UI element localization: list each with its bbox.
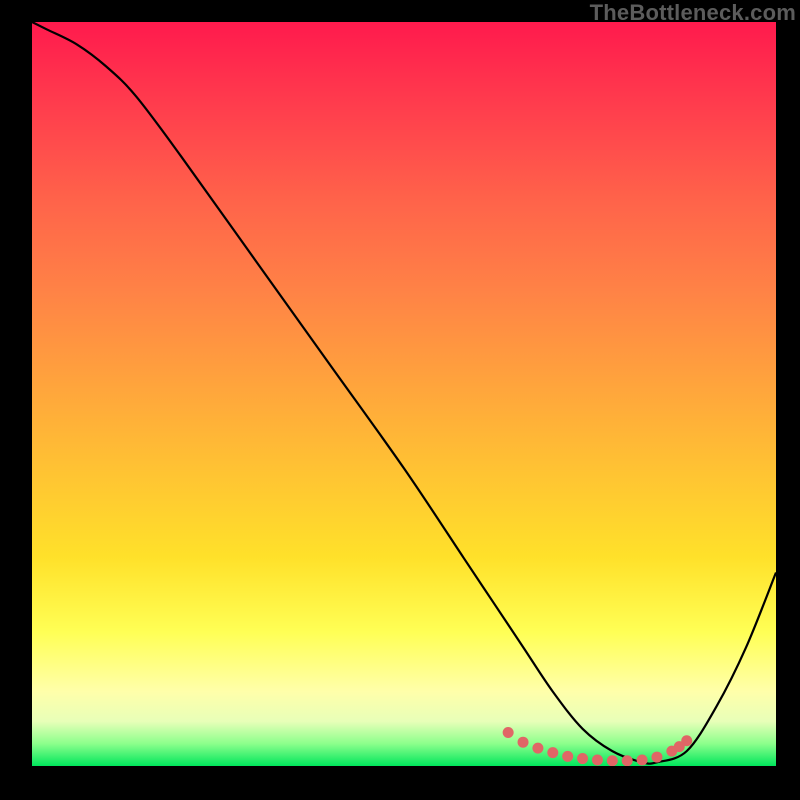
chart-frame: [32, 22, 776, 766]
valley-dot: [607, 755, 618, 766]
valley-dot: [562, 751, 573, 762]
valley-dot: [592, 755, 603, 766]
valley-dot: [651, 752, 662, 763]
valley-dot: [532, 743, 543, 754]
valley-dot: [637, 755, 648, 766]
valley-dot: [577, 753, 588, 764]
valley-dot: [547, 747, 558, 758]
line-series: [32, 22, 776, 764]
valley-dot: [681, 735, 692, 746]
valley-dot: [503, 727, 514, 738]
curve-path: [32, 22, 776, 764]
watermark-text: TheBottleneck.com: [590, 0, 796, 26]
chart-svg: [32, 22, 776, 766]
valley-dot: [518, 737, 529, 748]
valley-dot: [622, 755, 633, 766]
